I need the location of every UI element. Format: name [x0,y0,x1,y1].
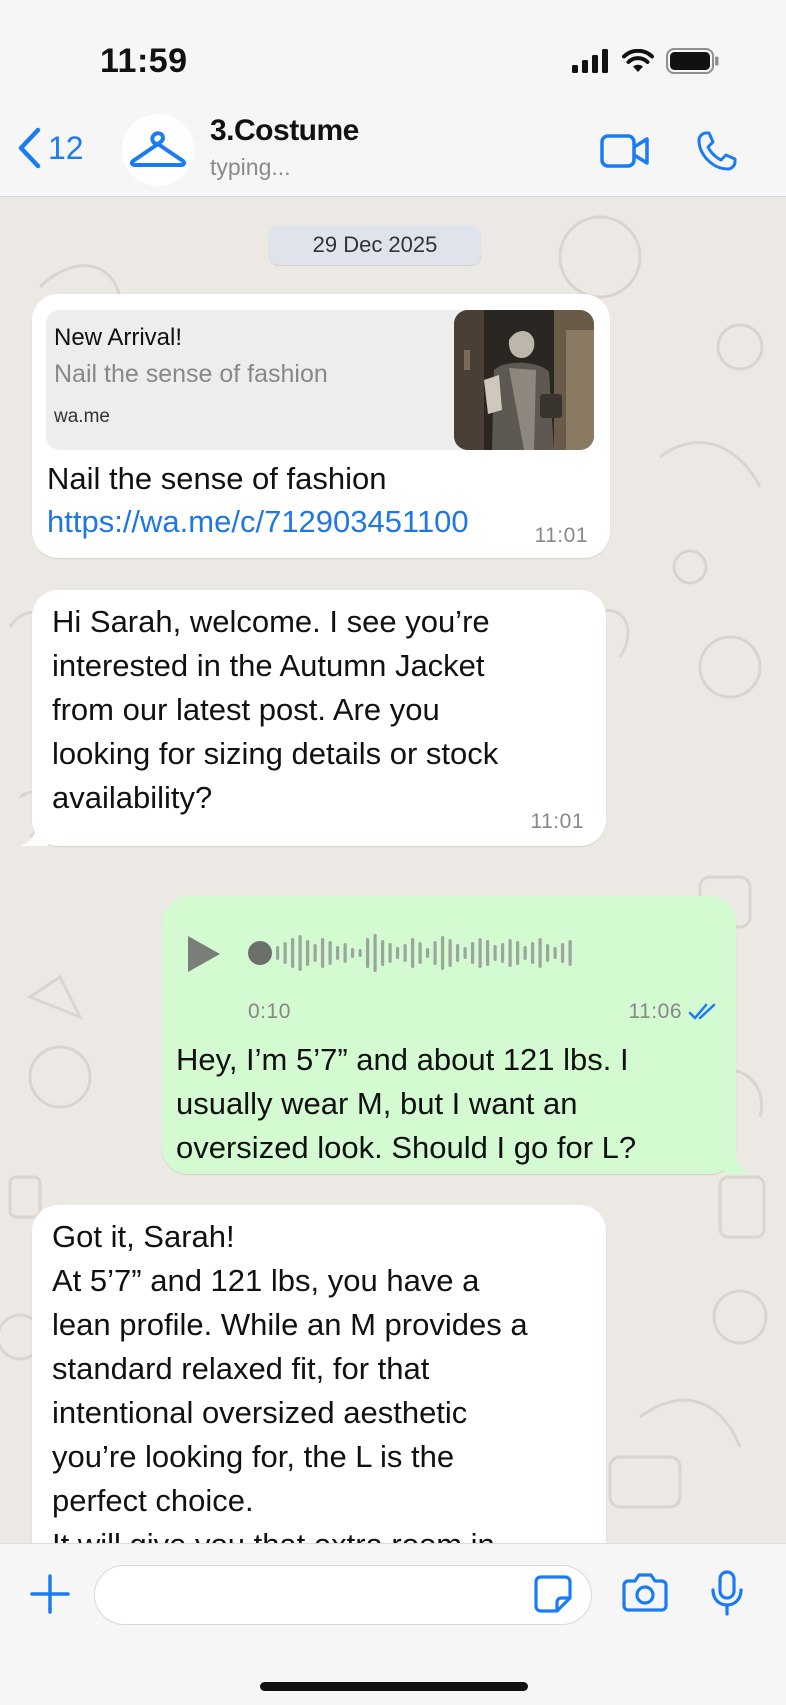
message-time: 11:01 [530,810,584,833]
message-link[interactable]: https://wa.me/c/712903451100 [47,500,469,544]
message-text: Hi Sarah, welcome. I see you’re interest… [52,600,498,820]
message-line: interested in the Autumn Jacket [52,648,485,683]
avatar[interactable] [122,114,194,186]
video-call-button[interactable] [600,132,650,175]
message-bubble-outgoing[interactable]: 0:10 11:06 Hey, I’m 5’7” and about 121 l… [162,896,736,1174]
phone-icon [697,131,737,171]
back-button[interactable]: 12 [16,126,84,170]
chat-area[interactable]: 29 Dec 2025 New Arrival! Nail the sense … [0,197,786,1543]
message-line: Hey, I’m 5’7” and about 121 lbs. I [176,1042,629,1077]
unread-count: 12 [48,129,84,166]
link-preview-title: New Arrival! [54,324,183,351]
message-line: usually wear M, but I want an [176,1086,578,1121]
voice-waveform[interactable] [248,928,588,978]
message-time: 11:06 [628,1000,682,1023]
message-input[interactable] [94,1565,592,1625]
message-line: At 5’7” and 121 lbs, you have a [52,1263,480,1298]
microphone-button[interactable] [710,1570,744,1621]
message-text: Hey, I’m 5’7” and about 121 lbs. I usual… [176,1038,636,1170]
voice-duration: 0:10 [248,1000,291,1023]
double-check-icon [688,1003,716,1020]
message-bubble-incoming[interactable]: Got it, Sarah! At 5’7” and 121 lbs, you … [32,1205,606,1543]
wifi-icon [622,49,654,72]
message-line: Got it, Sarah! [52,1219,235,1254]
voice-call-button[interactable] [696,130,738,177]
camera-button[interactable] [622,1572,668,1617]
hanger-icon [129,131,187,167]
input-bar [0,1543,786,1705]
message-text: Got it, Sarah! At 5’7” and 121 lbs, you … [52,1215,528,1543]
status-bar: 11:59 [0,0,786,112]
message-bubble-incoming[interactable]: Hi Sarah, welcome. I see you’re interest… [32,590,606,846]
attach-button[interactable] [28,1572,72,1621]
signal-icon [572,49,608,73]
message-line: looking for sizing details or stock [52,736,499,771]
play-icon[interactable] [184,934,224,974]
camera-icon [622,1573,668,1612]
message-time: 11:01 [534,524,588,547]
microphone-icon [711,1570,743,1616]
link-preview[interactable]: New Arrival! Nail the sense of fashion w… [46,310,594,450]
home-indicator [260,1682,528,1691]
message-line: oversized look. Should I go for L? [176,1130,637,1165]
back-chevron-icon [18,127,41,169]
message-text: Nail the sense of fashion [47,461,387,496]
battery-icon [666,48,719,74]
message-line: availability? [52,780,213,815]
video-camera-icon [600,134,649,168]
sticker-icon [534,1575,572,1613]
message-line: lean profile. While an M provides a [52,1307,528,1342]
voice-note[interactable]: 0:10 11:06 [162,896,736,1036]
message-line: perfect choice. [52,1483,254,1518]
chat-header: 12 3.Costume typing... [0,112,786,197]
link-preview-description: Nail the sense of fashion [54,360,328,388]
message-line: It will give you that extra room in [52,1523,528,1543]
typing-status: typing... [210,154,291,180]
message-line: you’re looking for, the L is the [52,1439,455,1474]
message-line: Hi Sarah, welcome. I see you’re [52,604,490,639]
link-preview-thumbnail [454,310,594,450]
date-chip: 29 Dec 2025 [269,225,481,265]
bubble-tail [20,824,48,846]
sticker-button[interactable] [533,1574,573,1619]
message-line: from our latest post. Are you [52,692,440,727]
message-line: standard relaxed fit, for that [52,1351,430,1386]
link-preview-domain: wa.me [54,406,110,427]
message-line: intentional oversized aesthetic [52,1395,468,1430]
status-icons [572,48,720,74]
chat-name[interactable]: 3.Costume [210,114,359,148]
bubble-tail [724,1152,752,1174]
plus-icon [30,1574,70,1614]
status-time: 11:59 [100,42,188,80]
message-bubble-link[interactable]: New Arrival! Nail the sense of fashion w… [32,294,610,558]
